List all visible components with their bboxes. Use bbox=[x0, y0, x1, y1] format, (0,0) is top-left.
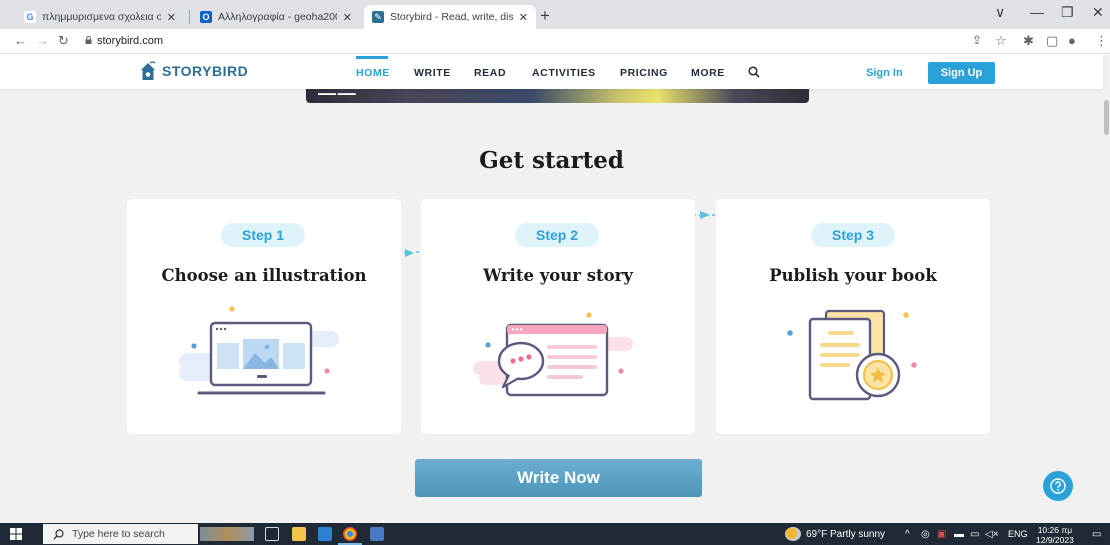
tray-security-icon[interactable]: ▣ bbox=[937, 529, 946, 540]
extensions-icon[interactable]: ✱ bbox=[1023, 33, 1034, 49]
restore-button[interactable]: ❐ bbox=[1061, 4, 1074, 21]
scrollbar-thumb[interactable] bbox=[1104, 100, 1109, 135]
outlook-icon: O bbox=[200, 11, 212, 23]
clock-time: 10:26 πμ bbox=[1037, 525, 1073, 535]
step-card-2[interactable]: Step 2 Write your story bbox=[421, 199, 695, 434]
site-header: STORYBIRD HOME WRITE READ ACTIVITIES PRI… bbox=[0, 55, 1103, 89]
hero-overlay-bar: ▬▬▬ ▬▬▬ bbox=[318, 91, 356, 97]
google-icon: G bbox=[24, 11, 36, 23]
notifications-icon[interactable]: ▭ bbox=[1092, 529, 1101, 540]
battery-icon[interactable]: ▬ bbox=[954, 529, 964, 540]
tab-separator bbox=[189, 10, 190, 24]
volume-icon[interactable]: ◁× bbox=[985, 529, 999, 540]
sign-in-link[interactable]: Sign In bbox=[866, 67, 903, 79]
birdhouse-icon bbox=[141, 61, 156, 80]
task-view-icon[interactable] bbox=[265, 527, 279, 541]
windows-taskbar: Type here to search 69°F Partly sunny ^ … bbox=[0, 523, 1110, 545]
new-tab-button[interactable]: + bbox=[540, 6, 550, 26]
tab-title: Storybird - Read, write, discover. bbox=[390, 11, 513, 23]
url-text[interactable]: storybird.com bbox=[97, 35, 163, 47]
browser-tab-bar: G πλημμυρισμενα σχολεια σχολεία ✕ O Αλλη… bbox=[0, 0, 1110, 29]
hero-video-image[interactable]: ▬▬▬ ▬▬▬ bbox=[306, 89, 809, 103]
language-indicator[interactable]: ENG bbox=[1008, 529, 1028, 539]
browser-tab-active[interactable]: ✎ Storybird - Read, write, discover. ✕ bbox=[364, 5, 536, 29]
close-window-button[interactable]: ✕ bbox=[1092, 4, 1104, 21]
storybird-logo[interactable]: STORYBIRD bbox=[139, 61, 248, 81]
step-title: Write your story bbox=[483, 266, 633, 285]
taskbar-search-box[interactable]: Type here to search bbox=[43, 524, 198, 544]
nav-more[interactable]: MORE bbox=[691, 67, 725, 79]
mail-icon[interactable] bbox=[318, 527, 332, 541]
step-label: Step 1 bbox=[221, 223, 305, 247]
storybird-icon: ✎ bbox=[372, 11, 384, 23]
sign-up-button[interactable]: Sign Up bbox=[928, 62, 995, 84]
step-title: Choose an illustration bbox=[161, 266, 367, 285]
laptop-illustration-icon bbox=[179, 306, 339, 395]
step-title: Publish your book bbox=[769, 266, 937, 285]
section-title: Get started bbox=[479, 147, 624, 174]
step-label: Step 3 bbox=[811, 223, 895, 247]
side-panel-icon[interactable]: ▢ bbox=[1046, 33, 1058, 49]
tray-overflow-icon[interactable]: ^ bbox=[905, 529, 910, 540]
windows-start-icon[interactable] bbox=[10, 528, 22, 540]
nav-activities[interactable]: ACTIVITIES bbox=[532, 67, 596, 79]
step-card-1[interactable]: Step 1 Choose an illustration bbox=[127, 199, 401, 434]
lock-icon bbox=[85, 36, 92, 44]
active-nav-indicator bbox=[356, 56, 388, 59]
main-content: ▬▬▬ ▬▬▬ Get started Step 1 Choose an ill… bbox=[0, 89, 1103, 523]
search-highlight-image[interactable] bbox=[200, 527, 254, 541]
menu-kebab-icon[interactable]: ⋮ bbox=[1095, 33, 1108, 49]
clock-date: 12/9/2023 bbox=[1036, 535, 1074, 545]
minimize-button[interactable]: — bbox=[1030, 4, 1044, 20]
file-explorer-icon[interactable] bbox=[292, 527, 306, 541]
reload-icon[interactable]: ↻ bbox=[58, 33, 69, 49]
back-icon[interactable]: ← bbox=[14, 33, 27, 48]
share-icon[interactable]: ⇪ bbox=[972, 33, 982, 47]
page-scrollbar[interactable] bbox=[1103, 55, 1110, 523]
write-story-illustration-icon bbox=[473, 312, 633, 397]
system-clock[interactable]: 10:26 πμ 12/9/2023 bbox=[1036, 525, 1074, 545]
profile-avatar-icon[interactable]: ● bbox=[1068, 33, 1076, 48]
close-tab-icon[interactable]: ✕ bbox=[519, 11, 528, 24]
step-card-3[interactable]: Step 3 Publish your book bbox=[716, 199, 990, 434]
browser-tab[interactable]: G πλημμυρισμενα σχολεια σχολεία ✕ bbox=[16, 5, 184, 29]
search-icon bbox=[53, 528, 64, 540]
nav-home[interactable]: HOME bbox=[356, 67, 390, 79]
write-now-button[interactable]: Write Now bbox=[415, 459, 702, 497]
tab-search-icon[interactable]: ∨ bbox=[995, 4, 1005, 21]
help-chat-button[interactable] bbox=[1043, 471, 1073, 501]
forward-icon[interactable]: → bbox=[36, 33, 49, 48]
word-icon[interactable] bbox=[370, 527, 384, 541]
tab-title: πλημμυρισμενα σχολεια σχολεία bbox=[42, 11, 161, 23]
nav-pricing[interactable]: PRICING bbox=[620, 67, 668, 79]
close-tab-icon[interactable]: ✕ bbox=[343, 11, 352, 24]
close-tab-icon[interactable]: ✕ bbox=[167, 11, 176, 24]
browser-tab[interactable]: O Αλληλογραφία - geoha20001@ ✕ bbox=[192, 5, 360, 29]
search-icon[interactable] bbox=[748, 66, 760, 78]
question-icon bbox=[1050, 478, 1066, 494]
weather-icon[interactable] bbox=[785, 527, 801, 541]
publish-book-illustration-icon bbox=[787, 309, 917, 401]
taskbar-search-placeholder: Type here to search bbox=[72, 528, 165, 540]
nav-read[interactable]: READ bbox=[474, 67, 506, 79]
tray-app-icon[interactable]: ◎ bbox=[921, 529, 930, 540]
bookmark-star-icon[interactable]: ☆ bbox=[995, 33, 1007, 49]
step-label: Step 2 bbox=[515, 223, 599, 247]
tab-title: Αλληλογραφία - geoha20001@ bbox=[218, 11, 337, 23]
logo-text: STORYBIRD bbox=[162, 63, 249, 79]
weather-text[interactable]: 69°F Partly sunny bbox=[806, 529, 885, 540]
chrome-icon[interactable] bbox=[343, 527, 357, 541]
network-icon[interactable]: ▭ bbox=[970, 529, 979, 540]
address-bar: ← → ↻ storybird.com ⇪ ☆ ✱ ▢ ● ⋮ bbox=[0, 29, 1110, 54]
nav-write[interactable]: WRITE bbox=[414, 67, 451, 79]
